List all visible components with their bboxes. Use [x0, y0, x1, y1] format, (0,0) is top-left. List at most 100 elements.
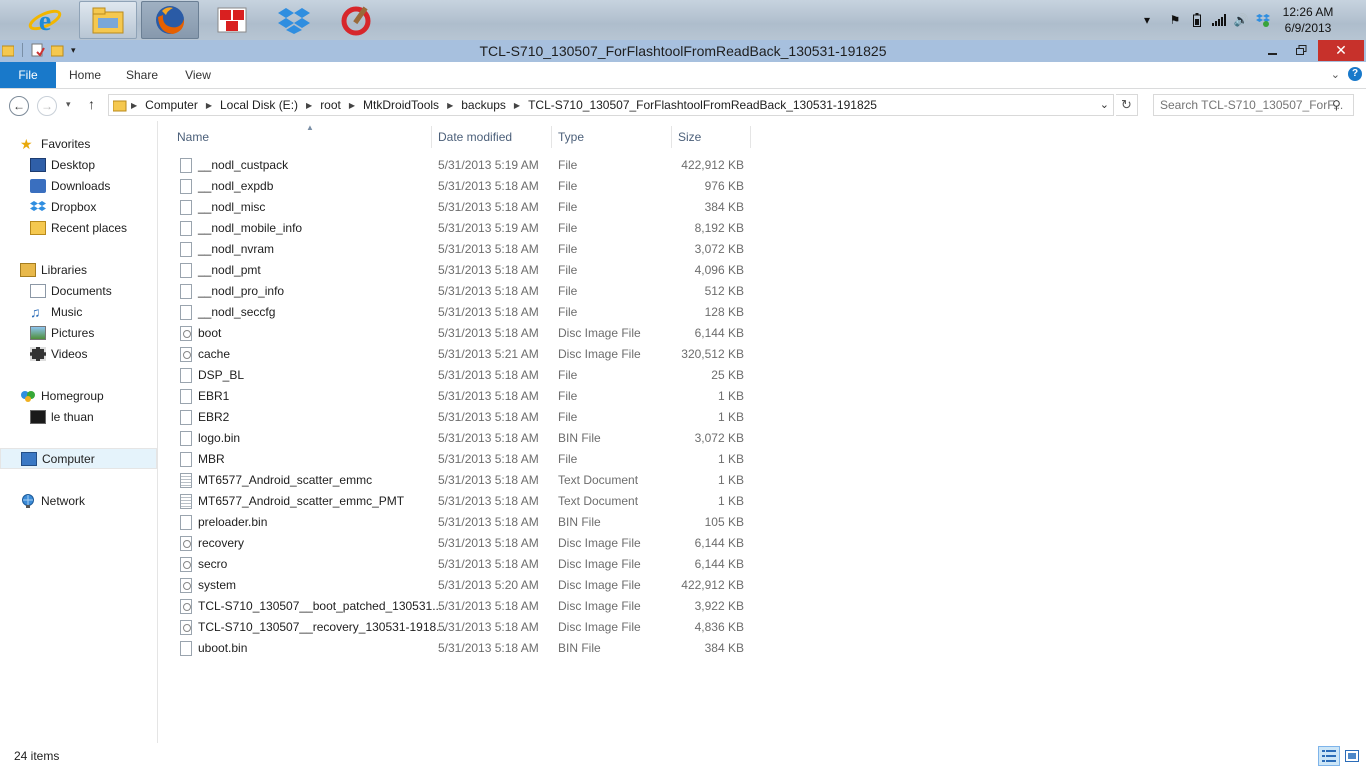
file-date-modified: 5/31/2013 5:20 AM: [438, 578, 539, 592]
table-row[interactable]: __nodl_nvram 5/31/2013 5:18 AM File 3,072 K…: [159, 239, 759, 260]
search-icon[interactable]: ⚲: [1332, 98, 1341, 112]
window-titlebar[interactable]: ▾ TCL-S710_130507_ForFlashtoolFromReadBa…: [0, 40, 1366, 62]
volume-icon[interactable]: 🔊: [1232, 12, 1250, 28]
breadcrumb-separator-icon[interactable]: ▶: [306, 101, 312, 110]
nav-favorites[interactable]: ★ Favorites: [20, 133, 157, 154]
help-icon[interactable]: ?: [1348, 67, 1362, 81]
file-date-modified: 5/31/2013 5:18 AM: [438, 641, 539, 655]
tab-file[interactable]: File: [0, 62, 56, 88]
unikey-taskbar-button[interactable]: [203, 1, 261, 39]
taskbar-clock[interactable]: 12:26 AM 6/9/2013: [1276, 4, 1340, 36]
nav-dropbox[interactable]: Dropbox: [30, 196, 157, 217]
close-button[interactable]: ✕: [1318, 40, 1364, 61]
minimize-button[interactable]: [1260, 40, 1286, 61]
breadcrumb-separator-icon[interactable]: ▶: [349, 101, 355, 110]
nav-libraries[interactable]: Libraries: [20, 259, 157, 280]
forward-button[interactable]: →: [37, 96, 57, 116]
breadcrumb-separator-icon[interactable]: ▶: [206, 101, 212, 110]
table-row[interactable]: recovery 5/31/2013 5:18 AM Disc Image File…: [159, 533, 759, 554]
expand-ribbon-icon[interactable]: ⌄: [1331, 68, 1340, 81]
breadcrumb-mtkdroidtools[interactable]: MtkDroidTools: [363, 98, 439, 112]
table-row[interactable]: uboot.bin 5/31/2013 5:18 AM BIN File 384 KB: [159, 638, 759, 659]
back-button[interactable]: ←: [9, 96, 29, 116]
recent-locations-icon[interactable]: ▾: [66, 99, 71, 110]
table-row[interactable]: __nodl_mobile_info 5/31/2013 5:19 AM File 8…: [159, 218, 759, 239]
tab-share[interactable]: Share: [120, 62, 164, 88]
table-row[interactable]: TCL-S710_130507__recovery_130531-1918...…: [159, 617, 759, 638]
pictures-icon: [30, 325, 46, 340]
breadcrumb-separator-icon[interactable]: ▶: [131, 101, 137, 110]
large-icons-view-button[interactable]: [1341, 746, 1363, 766]
unikey-icon: [217, 7, 247, 33]
table-row[interactable]: logo.bin 5/31/2013 5:18 AM BIN File 3,072 K…: [159, 428, 759, 449]
nav-label: Dropbox: [51, 199, 97, 214]
nav-pictures[interactable]: Pictures: [30, 322, 157, 343]
table-row[interactable]: __nodl_expdb 5/31/2013 5:18 AM File 976 KB: [159, 176, 759, 197]
details-view-button[interactable]: [1318, 746, 1340, 766]
refresh-button[interactable]: ↻: [1116, 94, 1138, 116]
file-type: File: [558, 221, 578, 235]
dropbox-tray-icon[interactable]: [1254, 12, 1272, 28]
table-row[interactable]: boot 5/31/2013 5:18 AM Disc Image File 6,14…: [159, 323, 759, 344]
restore-button[interactable]: [1288, 40, 1314, 61]
column-header-date-modified[interactable]: Date modified: [433, 126, 552, 148]
file-type: File: [558, 389, 578, 403]
battery-icon[interactable]: [1188, 12, 1206, 28]
breadcrumb-separator-icon[interactable]: ▶: [514, 101, 520, 110]
nav-user-le-thuan[interactable]: le thuan: [30, 406, 157, 427]
nav-downloads[interactable]: Downloads: [30, 175, 157, 196]
show-hidden-icons-icon[interactable]: ▾: [1138, 12, 1156, 28]
up-arrow-icon[interactable]: ↑: [88, 96, 95, 112]
nav-label: Documents: [51, 283, 112, 298]
table-row[interactable]: TCL-S710_130507__boot_patched_130531... 5…: [159, 596, 759, 617]
file-explorer-taskbar-button[interactable]: [79, 1, 137, 39]
table-row[interactable]: __nodl_custpack 5/31/2013 5:19 AM File 422,…: [159, 155, 759, 176]
firefox-taskbar-button[interactable]: [141, 1, 199, 39]
table-row[interactable]: __nodl_pmt 5/31/2013 5:18 AM File 4,096 KB: [159, 260, 759, 281]
table-row[interactable]: EBR1 5/31/2013 5:18 AM File 1 KB: [159, 386, 759, 407]
breadcrumb-separator-icon[interactable]: ▶: [447, 101, 453, 110]
nav-network[interactable]: Network: [20, 490, 157, 511]
breadcrumb-computer[interactable]: Computer: [145, 98, 198, 112]
breadcrumb-root[interactable]: root: [320, 98, 341, 112]
search-input[interactable]: [1153, 94, 1354, 116]
table-row[interactable]: MT6577_Android_scatter_emmc_PMT 5/31/2013…: [159, 491, 759, 512]
table-row[interactable]: MT6577_Android_scatter_emmc 5/31/2013 5:1…: [159, 470, 759, 491]
nav-desktop[interactable]: Desktop: [30, 154, 157, 175]
table-row[interactable]: cache 5/31/2013 5:21 AM Disc Image File 320…: [159, 344, 759, 365]
nav-music[interactable]: ♫ Music: [30, 301, 157, 322]
column-header-size[interactable]: Size: [673, 126, 751, 148]
nav-computer[interactable]: Computer: [0, 448, 157, 469]
table-row[interactable]: __nodl_misc 5/31/2013 5:18 AM File 384 KB: [159, 197, 759, 218]
address-bar[interactable]: ▶ Computer ▶ Local Disk (E:) ▶ root ▶ Mt…: [108, 94, 1114, 116]
network-signal-icon[interactable]: [1210, 12, 1228, 28]
internet-explorer-taskbar-button[interactable]: e: [16, 1, 74, 39]
table-row[interactable]: system 5/31/2013 5:20 AM Disc Image File 42…: [159, 575, 759, 596]
breadcrumb-backups[interactable]: backups: [461, 98, 506, 112]
nav-homegroup[interactable]: Homegroup: [20, 385, 157, 406]
nav-videos[interactable]: Videos: [30, 343, 157, 364]
breadcrumb-current-folder[interactable]: TCL-S710_130507_ForFlashtoolFromReadBack…: [528, 98, 877, 112]
table-row[interactable]: MBR 5/31/2013 5:18 AM File 1 KB: [159, 449, 759, 470]
column-header-name[interactable]: Name ▲: [172, 123, 432, 148]
table-row[interactable]: preloader.bin 5/31/2013 5:18 AM BIN File 10…: [159, 512, 759, 533]
file-icon: [180, 263, 192, 278]
ccleaner-taskbar-button[interactable]: [327, 1, 385, 39]
table-row[interactable]: secro 5/31/2013 5:18 AM Disc Image File 6,1…: [159, 554, 759, 575]
action-center-flag-icon[interactable]: ⚑: [1166, 12, 1184, 28]
disc-image-file-icon: [180, 578, 192, 593]
user-avatar-icon: [30, 409, 46, 424]
tab-home[interactable]: Home: [62, 62, 108, 88]
breadcrumb-local-disk[interactable]: Local Disk (E:): [220, 98, 298, 112]
table-row[interactable]: EBR2 5/31/2013 5:18 AM File 1 KB: [159, 407, 759, 428]
file-date-modified: 5/31/2013 5:18 AM: [438, 620, 539, 634]
table-row[interactable]: __nodl_seccfg 5/31/2013 5:18 AM File 128 KB: [159, 302, 759, 323]
address-dropdown-icon[interactable]: ⌄: [1100, 98, 1109, 111]
tab-view[interactable]: View: [176, 62, 220, 88]
column-header-type[interactable]: Type: [553, 126, 672, 148]
table-row[interactable]: __nodl_pro_info 5/31/2013 5:18 AM File 512 …: [159, 281, 759, 302]
table-row[interactable]: DSP_BL 5/31/2013 5:18 AM File 25 KB: [159, 365, 759, 386]
nav-recent-places[interactable]: Recent places: [30, 217, 157, 238]
nav-documents[interactable]: Documents: [30, 280, 157, 301]
dropbox-taskbar-button[interactable]: [265, 1, 323, 39]
